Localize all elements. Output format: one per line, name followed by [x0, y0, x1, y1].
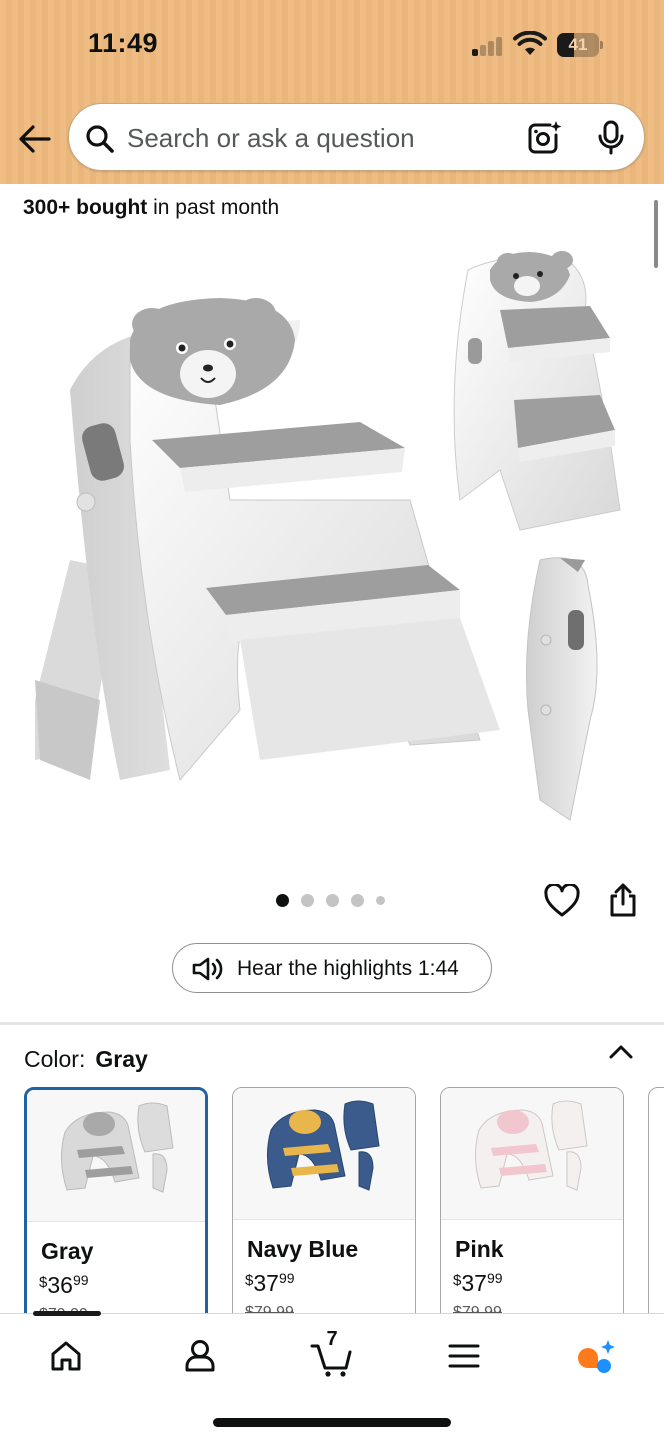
- color-selector-heading: Color: Gray: [24, 1046, 148, 1072]
- hear-highlights-button[interactable]: Hear the highlights 1:44: [172, 943, 492, 993]
- carousel-dot[interactable]: [326, 893, 339, 907]
- swatch-name: Pink: [455, 1236, 504, 1262]
- menu-icon[interactable]: [440, 1332, 488, 1380]
- swatch-image: [233, 1088, 415, 1220]
- page-scrollbar[interactable]: [654, 200, 658, 268]
- back-arrow-icon[interactable]: [16, 120, 54, 158]
- battery-level: 41: [568, 35, 588, 54]
- account-icon[interactable]: [176, 1332, 224, 1380]
- swatch-name: Gray: [41, 1238, 94, 1264]
- home-indicator: [213, 1418, 451, 1427]
- hear-highlights-label: Hear the highlights 1:44: [237, 957, 459, 980]
- microphone-icon[interactable]: [596, 120, 626, 156]
- search-icon: [86, 125, 114, 153]
- color-swatch-gray[interactable]: Gray $3699 $79.99: [24, 1087, 208, 1327]
- cart-button[interactable]: 7: [308, 1328, 356, 1380]
- chevron-up-icon[interactable]: [606, 1040, 636, 1064]
- heart-icon[interactable]: [544, 884, 580, 918]
- swatch-name: Navy Blue: [247, 1236, 359, 1262]
- rufus-assistant-icon[interactable]: [572, 1332, 620, 1380]
- signal-icon: [472, 36, 504, 56]
- bought-in-past-month: 300+ bought in past month: [23, 196, 280, 219]
- search-input[interactable]: [127, 116, 507, 160]
- swatch-price: $3799: [453, 1270, 503, 1296]
- color-swatch-navy-blue[interactable]: Navy Blue $3799 $79.99: [232, 1087, 416, 1327]
- carousel-dot[interactable]: [276, 893, 289, 907]
- battery-icon: 41: [557, 33, 603, 57]
- share-icon[interactable]: [607, 882, 639, 918]
- color-swatch-next-partial[interactable]: [648, 1087, 664, 1327]
- bottom-navigation: 7: [0, 1311, 664, 1440]
- speaker-icon: [192, 957, 223, 981]
- wifi-icon: [513, 31, 547, 55]
- swatch-image: [27, 1090, 205, 1222]
- search-bar[interactable]: [68, 103, 645, 171]
- product-image[interactable]: [30, 240, 630, 840]
- carousel-dot[interactable]: [301, 893, 314, 907]
- active-tab-indicator: [33, 1311, 101, 1316]
- carousel-dot[interactable]: [376, 895, 385, 905]
- section-divider: [0, 1022, 664, 1025]
- status-time: 11:49: [88, 28, 159, 58]
- cart-count: 7: [326, 1328, 338, 1350]
- carousel-dot[interactable]: [351, 893, 364, 907]
- home-icon[interactable]: [42, 1332, 90, 1380]
- color-swatch-pink[interactable]: Pink $3799 $79.99: [440, 1087, 624, 1327]
- header: 11:49 41: [0, 0, 664, 184]
- swatch-image: [441, 1088, 623, 1220]
- camera-search-icon[interactable]: [526, 120, 562, 156]
- swatch-price: $3699: [39, 1272, 89, 1298]
- swatch-price: $3799: [245, 1270, 295, 1296]
